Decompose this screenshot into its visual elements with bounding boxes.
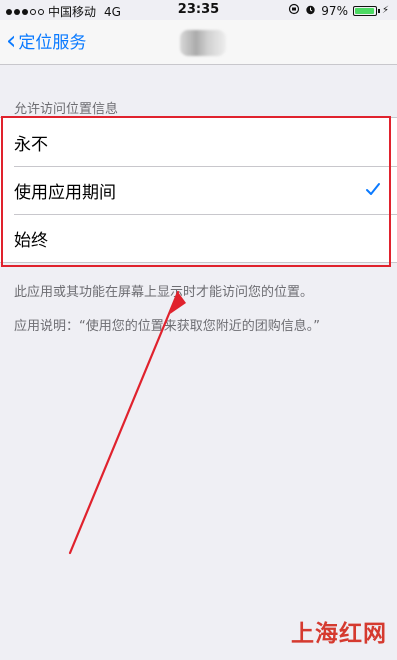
charging-icon: ⚡ (381, 5, 389, 16)
option-label: 使用应用期间 (14, 182, 116, 203)
app-description: 应用说明：“使用您的位置来获取您附近的团购信息。” (14, 319, 320, 334)
section-header: 允许访问位置信息 (14, 102, 119, 117)
chevron-left-icon: ‹ (6, 25, 17, 56)
option-label: 始终 (14, 230, 48, 251)
back-button[interactable]: ‹ 定位服务 (6, 25, 87, 56)
battery-fill (354, 7, 375, 14)
orientation-lock-icon (288, 3, 300, 18)
alarm-icon (305, 4, 316, 18)
option-never[interactable]: 永不 (0, 118, 397, 166)
location-options-group: 永不 使用应用期间 始终 (0, 117, 397, 263)
checkmark-icon (365, 181, 381, 197)
permission-note: 此应用或其功能在屏幕上显示时才能访问您的位置。 (14, 285, 314, 300)
battery-icon (352, 5, 380, 16)
blurred-app-title (180, 30, 226, 56)
option-always[interactable]: 始终 (0, 214, 397, 262)
navigation-bar: ‹ 定位服务 (0, 20, 397, 65)
option-while-using[interactable]: 使用应用期间 (0, 166, 397, 214)
watermark: 上海红网 (291, 621, 387, 647)
battery-percent: 97% (321, 3, 348, 18)
status-bar: 中国移动 4G 23:35 97% ⚡ (0, 0, 397, 20)
option-label: 永不 (14, 134, 48, 155)
status-right: 97% ⚡ (288, 3, 389, 18)
back-label: 定位服务 (18, 33, 87, 53)
